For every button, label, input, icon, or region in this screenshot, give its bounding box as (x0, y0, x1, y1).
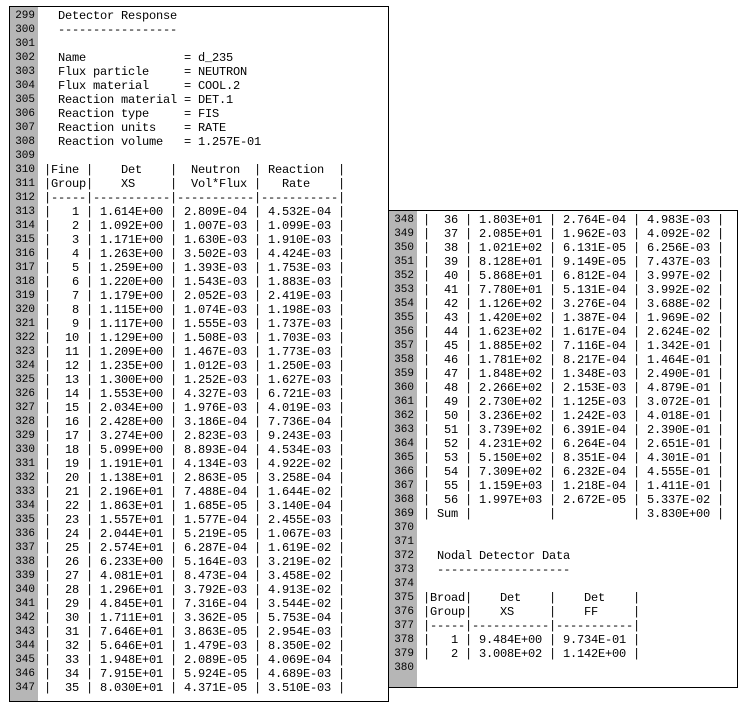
fine-row-2: | 2 | 1.092E+00 | 1.007E-03 | 1.099E-03 … (44, 219, 384, 233)
fine-row-47: | 47 | 1.848E+02 | 1.348E-03 | 2.490E-01… (423, 367, 733, 381)
fine-row-30: | 30 | 1.711E+01 | 3.362E-05 | 5.753E-04… (44, 611, 384, 625)
fine-row-19: | 19 | 1.191E+01 | 4.134E-03 | 4.922E-02… (44, 457, 384, 471)
fine-row-53: | 53 | 5.150E+02 | 8.351E-04 | 4.301E-01… (423, 451, 733, 465)
fine-row-5: | 5 | 1.259E+00 | 1.393E-03 | 1.753E-03 … (44, 261, 384, 275)
blank (423, 521, 733, 535)
fine-row-3: | 3 | 1.171E+00 | 1.630E-03 | 1.910E-03 … (44, 233, 384, 247)
fine-row-43: | 43 | 1.420E+02 | 1.387E-04 | 1.969E-02… (423, 311, 733, 325)
left-pane: 2993003013023033043053063073083093103113… (9, 6, 389, 702)
fine-row-27: | 27 | 4.081E+01 | 8.473E-04 | 3.458E-02… (44, 569, 384, 583)
fine-row-4: | 4 | 1.263E+00 | 3.502E-03 | 4.424E-03 … (44, 247, 384, 261)
fine-row-25: | 25 | 2.574E+01 | 6.287E-04 | 1.619E-02… (44, 541, 384, 555)
fine-row-50: | 50 | 3.236E+02 | 1.242E-03 | 4.018E-01… (423, 409, 733, 423)
fine-row-9: | 9 | 1.117E+00 | 1.555E-03 | 1.737E-03 … (44, 317, 384, 331)
left-content: Detector Response ----------------- Name… (38, 7, 388, 701)
param-name: Name = d_235 (44, 51, 384, 65)
fine-row-36: | 36 | 1.803E+01 | 2.764E-04 | 4.983E-03… (423, 213, 733, 227)
blank (423, 661, 733, 675)
fine-row-1: | 1 | 1.614E+00 | 2.809E-04 | 4.532E-04 … (44, 205, 384, 219)
fine-row-33: | 33 | 1.948E+01 | 2.089E-05 | 4.069E-04… (44, 653, 384, 667)
fine-row-55: | 55 | 1.159E+03 | 1.218E-04 | 1.411E-01… (423, 479, 733, 493)
fine-row-49: | 49 | 2.730E+02 | 1.125E-03 | 3.072E-01… (423, 395, 733, 409)
fine-row-37: | 37 | 2.085E+01 | 1.962E-03 | 4.092E-02… (423, 227, 733, 241)
param-reaction-volume: Reaction volume = 1.257E-01 (44, 135, 384, 149)
fine-row-20: | 20 | 1.138E+01 | 2.863E-05 | 3.258E-04… (44, 471, 384, 485)
fine-row-48: | 48 | 2.266E+02 | 2.153E-03 | 4.879E-01… (423, 381, 733, 395)
fine-row-42: | 42 | 1.126E+02 | 3.276E-04 | 3.688E-02… (423, 297, 733, 311)
blank (423, 535, 733, 549)
param-reaction-units: Reaction units = RATE (44, 121, 384, 135)
fine-row-56: | 56 | 1.997E+03 | 2.672E-05 | 5.337E-02… (423, 493, 733, 507)
fine-row-29: | 29 | 4.845E+01 | 7.316E-04 | 3.544E-02… (44, 597, 384, 611)
fine-row-46: | 46 | 1.781E+02 | 8.217E-04 | 1.464E-01… (423, 353, 733, 367)
left-line-gutter: 2993003013023033043053063073083093103113… (10, 7, 38, 701)
blank (44, 37, 384, 51)
fine-row-39: | 39 | 8.128E+01 | 9.149E-05 | 7.437E-03… (423, 255, 733, 269)
fine-row-16: | 16 | 2.428E+00 | 3.186E-04 | 7.736E-04… (44, 415, 384, 429)
fine-row-21: | 21 | 2.196E+01 | 7.488E-04 | 1.644E-02… (44, 485, 384, 499)
nodal-header-rule: |-----|-----------|-----------| (423, 619, 733, 633)
blank (44, 149, 384, 163)
fine-row-44: | 44 | 1.623E+02 | 1.617E-04 | 2.624E-02… (423, 325, 733, 339)
right-pane: 3483493503513523533543553563573583593603… (388, 210, 738, 688)
fine-row-52: | 52 | 4.231E+02 | 6.264E-04 | 2.651E-01… (423, 437, 733, 451)
nodal-header-2: |Group| XS | FF | (423, 605, 733, 619)
fine-header-2: |Group| XS | Vol*Flux | Rate | (44, 177, 384, 191)
fine-row-23: | 23 | 1.557E+01 | 1.577E-04 | 2.455E-03… (44, 513, 384, 527)
fine-row-40: | 40 | 5.868E+01 | 6.812E-04 | 3.997E-02… (423, 269, 733, 283)
fine-row-35: | 35 | 8.030E+01 | 4.371E-05 | 3.510E-03… (44, 681, 384, 695)
fine-row-41: | 41 | 7.780E+01 | 5.131E-04 | 3.992E-02… (423, 283, 733, 297)
nodal-row-1: | 1 | 9.484E+00 | 9.734E-01 | (423, 633, 733, 647)
fine-sum: | Sum | | | 3.830E+00 | (423, 507, 733, 521)
fine-row-14: | 14 | 1.553E+00 | 4.327E-03 | 6.721E-03… (44, 387, 384, 401)
nodal-row-2: | 2 | 3.008E+02 | 1.142E+00 | (423, 647, 733, 661)
fine-row-18: | 18 | 5.099E+00 | 8.893E-04 | 4.534E-03… (44, 443, 384, 457)
fine-header-rule: |-----|-----------|-----------|---------… (44, 191, 384, 205)
section-rule: ----------------- (44, 23, 384, 37)
fine-row-24: | 24 | 2.044E+01 | 5.219E-05 | 1.067E-03… (44, 527, 384, 541)
fine-row-12: | 12 | 1.235E+00 | 1.012E-03 | 1.250E-03… (44, 359, 384, 373)
param-reaction-type: Reaction type = FIS (44, 107, 384, 121)
fine-row-17: | 17 | 3.274E+00 | 2.823E-03 | 9.243E-03… (44, 429, 384, 443)
nodal-title: Nodal Detector Data (423, 549, 733, 563)
nodal-rule: ------------------- (423, 563, 733, 577)
fine-row-28: | 28 | 1.296E+01 | 3.792E-03 | 4.913E-02… (44, 583, 384, 597)
nodal-header-1: |Broad| Det | Det | (423, 591, 733, 605)
fine-row-15: | 15 | 2.034E+00 | 1.976E-03 | 4.019E-03… (44, 401, 384, 415)
param-flux-material: Flux material = COOL.2 (44, 79, 384, 93)
fine-row-6: | 6 | 1.220E+00 | 1.543E-03 | 1.883E-03 … (44, 275, 384, 289)
fine-row-31: | 31 | 7.646E+01 | 3.863E-05 | 2.954E-03… (44, 625, 384, 639)
fine-row-32: | 32 | 5.646E+01 | 1.479E-03 | 8.350E-02… (44, 639, 384, 653)
fine-row-7: | 7 | 1.179E+00 | 2.052E-03 | 2.419E-03 … (44, 289, 384, 303)
right-line-gutter: 3483493503513523533543553563573583593603… (389, 211, 417, 687)
fine-header-1: |Fine | Det | Neutron | Reaction | (44, 163, 384, 177)
fine-row-38: | 38 | 1.021E+02 | 6.131E-05 | 6.256E-03… (423, 241, 733, 255)
fine-row-26: | 26 | 6.233E+00 | 5.164E-03 | 3.219E-02… (44, 555, 384, 569)
fine-row-22: | 22 | 1.863E+01 | 1.685E-05 | 3.140E-04… (44, 499, 384, 513)
param-flux-particle: Flux particle = NEUTRON (44, 65, 384, 79)
fine-row-54: | 54 | 7.309E+02 | 6.232E-04 | 4.555E-01… (423, 465, 733, 479)
fine-row-10: | 10 | 1.129E+00 | 1.508E-03 | 1.703E-03… (44, 331, 384, 345)
section-title: Detector Response (44, 9, 384, 23)
fine-row-45: | 45 | 1.885E+02 | 7.116E-04 | 1.342E-01… (423, 339, 733, 353)
fine-row-13: | 13 | 1.300E+00 | 1.252E-03 | 1.627E-03… (44, 373, 384, 387)
fine-row-11: | 11 | 1.209E+00 | 1.467E-03 | 1.773E-03… (44, 345, 384, 359)
fine-row-34: | 34 | 7.915E+01 | 5.924E-05 | 4.689E-03… (44, 667, 384, 681)
right-content: | 36 | 1.803E+01 | 2.764E-04 | 4.983E-03… (417, 211, 737, 687)
blank (423, 577, 733, 591)
fine-row-51: | 51 | 3.739E+02 | 6.391E-04 | 2.390E-01… (423, 423, 733, 437)
param-reaction-material: Reaction material = DET.1 (44, 93, 384, 107)
fine-row-8: | 8 | 1.115E+00 | 1.074E-03 | 1.198E-03 … (44, 303, 384, 317)
